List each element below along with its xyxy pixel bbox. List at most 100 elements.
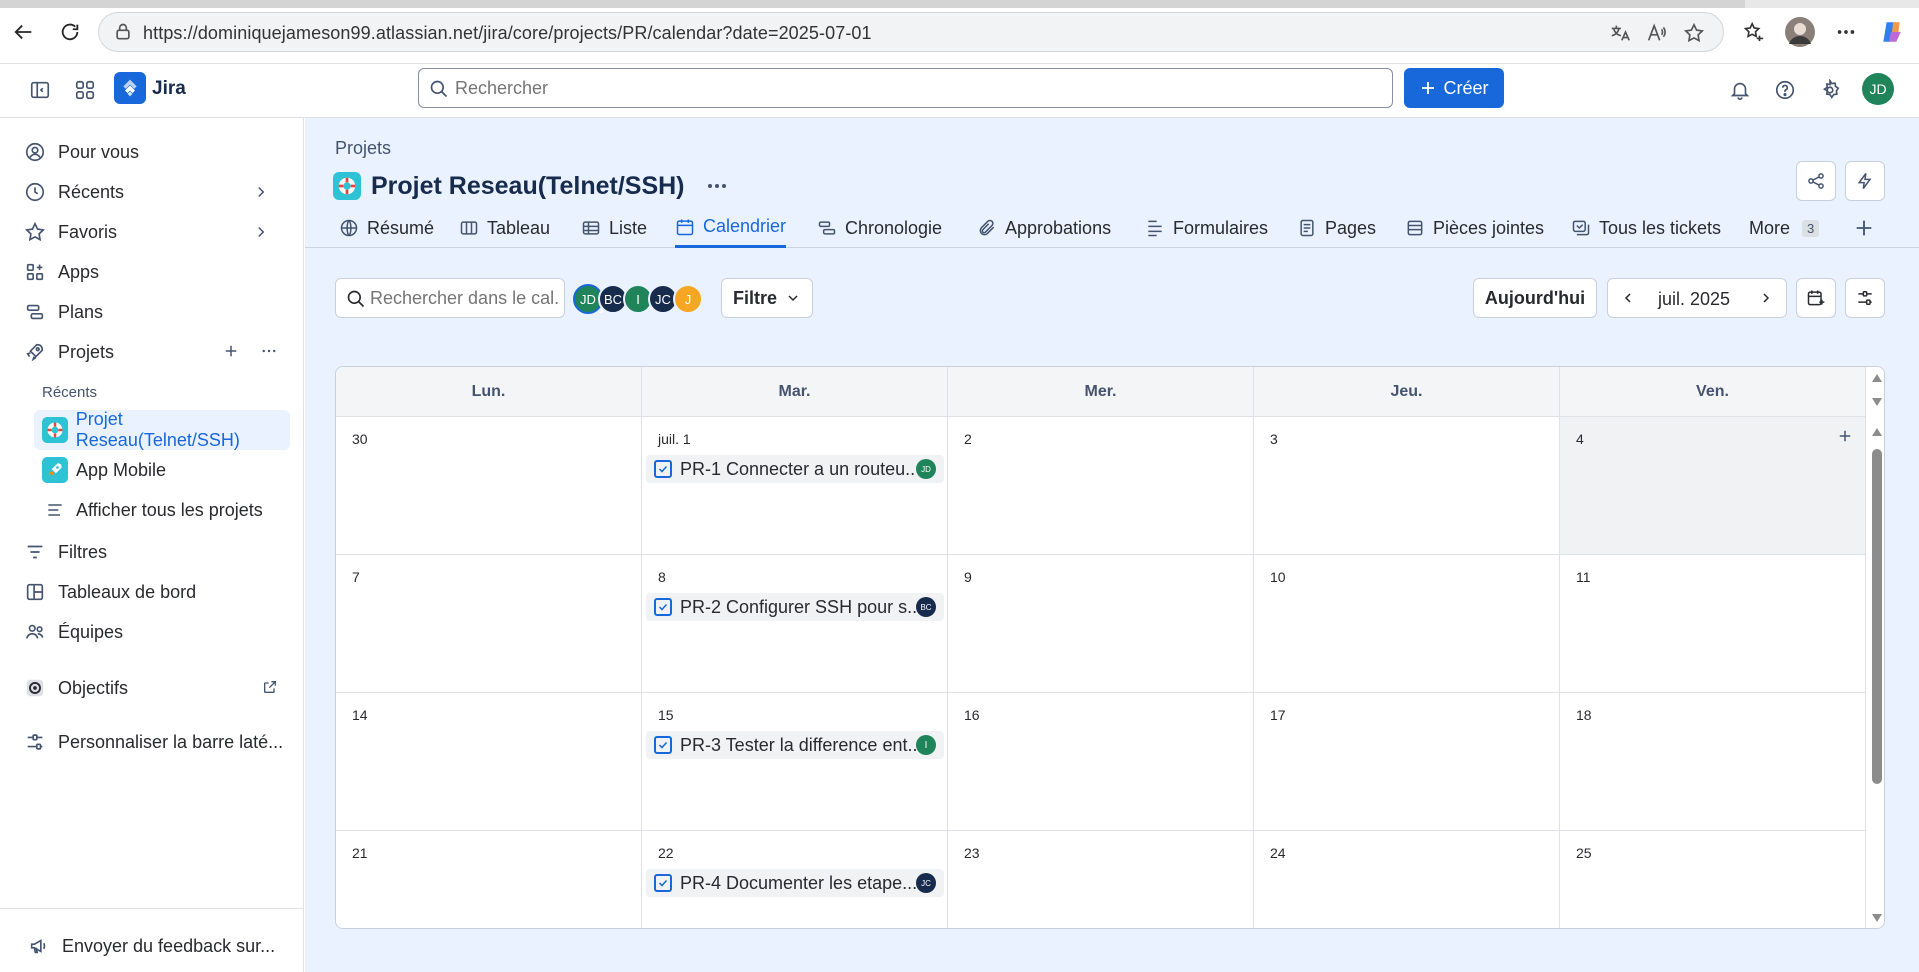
calendar-day-cell[interactable]: 14 — [336, 693, 642, 831]
add-tab-plus-icon[interactable] — [1853, 208, 1875, 248]
app-switcher-icon[interactable] — [69, 74, 101, 106]
global-search-input[interactable] — [455, 77, 1355, 99]
calendar-event[interactable]: PR-4 Documenter les etape... JC — [646, 869, 944, 897]
copilot-icon[interactable] — [1876, 16, 1908, 48]
tab-summary[interactable]: Résumé — [339, 208, 434, 248]
calendar-search[interactable] — [335, 278, 565, 318]
calendar-day-cell[interactable]: 21 — [336, 831, 642, 928]
sidebar-item-teams[interactable]: Équipes — [22, 614, 292, 650]
sidebar-item-starred[interactable]: Favoris — [22, 214, 292, 250]
sidebar-item-projects[interactable]: Projets — [22, 334, 292, 370]
user-avatar[interactable]: JD — [1862, 73, 1894, 105]
add-event-plus-icon[interactable] — [1836, 427, 1854, 445]
sidebar-project-app-mobile[interactable]: App Mobile — [34, 450, 290, 490]
project-more-icon[interactable] — [705, 174, 729, 198]
sidebar-item-plans[interactable]: Plans — [22, 294, 292, 330]
scroll-down-arrow-icon[interactable] — [1871, 913, 1883, 923]
scrollbar-thumb[interactable] — [1872, 449, 1882, 784]
calendar-scrollbar[interactable] — [1866, 367, 1884, 928]
calendar-event[interactable]: PR-3 Tester la difference ent... I — [646, 731, 944, 759]
calendar-day-cell[interactable]: 7 — [336, 555, 642, 693]
next-month-chevron-right-icon[interactable] — [1758, 290, 1774, 306]
url-text[interactable]: https://dominiquejameson99.atlassian.net… — [143, 23, 872, 44]
chevron-right-icon[interactable] — [252, 183, 270, 201]
calendar-day-cell[interactable]: 23 — [948, 831, 1254, 928]
sidebar-project-reseau[interactable]: Projet Reseau(Telnet/SSH) — [34, 409, 290, 450]
tab-attachments[interactable]: Pièces jointes — [1405, 208, 1544, 248]
prev-month-chevron-left-icon[interactable] — [1620, 290, 1636, 306]
today-button[interactable]: Aujourd'hui — [1473, 278, 1597, 318]
sidebar-item-for-you[interactable]: Pour vous — [22, 134, 292, 170]
calendar-add-icon[interactable] — [1796, 278, 1836, 318]
tab-more[interactable]: More 3 — [1749, 208, 1820, 248]
sidebar-view-all-projects[interactable]: Afficher tous les projets — [34, 490, 290, 530]
calendar-day-cell[interactable]: 16 — [948, 693, 1254, 831]
settings-gear-icon[interactable] — [1814, 74, 1846, 106]
read-aloud-icon[interactable] — [1645, 22, 1667, 44]
sidebar-item-filters[interactable]: Filtres — [22, 534, 292, 570]
calendar-day-cell[interactable]: 24 — [1254, 831, 1560, 928]
tab-list[interactable]: Liste — [581, 208, 647, 248]
tab-pages[interactable]: Pages — [1297, 208, 1376, 248]
filter-dropdown-button[interactable]: Filtre — [721, 278, 813, 318]
calendar-event[interactable]: PR-2 Configurer SSH pour s... BC — [646, 593, 944, 621]
profile-avatar[interactable] — [1784, 16, 1816, 48]
scroll-up-arrow-icon[interactable] — [1871, 427, 1883, 437]
calendar-day-cell[interactable]: 18 — [1560, 693, 1866, 831]
sidebar-toggle-icon[interactable] — [24, 74, 56, 106]
calendar-day-cell[interactable]: 2 — [948, 417, 1254, 555]
calendar-day-cell[interactable]: 17 — [1254, 693, 1560, 831]
view-settings-sliders-icon[interactable] — [1845, 278, 1885, 318]
sidebar-item-apps[interactable]: Apps — [22, 254, 292, 290]
calendar-search-input[interactable] — [370, 288, 560, 309]
tab-board[interactable]: Tableau — [459, 208, 550, 248]
more-options-icon[interactable] — [1830, 16, 1862, 48]
external-link-icon[interactable] — [262, 679, 278, 695]
lock-icon[interactable] — [113, 22, 133, 42]
calendar-day-cell[interactable]: 3 — [1254, 417, 1560, 555]
sidebar-item-dashboards[interactable]: Tableaux de bord — [22, 574, 292, 610]
sidebar-item-goals[interactable]: Objectifs — [22, 670, 292, 706]
calendar-event[interactable]: PR-1 Connecter a un routeu... JD — [646, 455, 944, 483]
notifications-bell-icon[interactable] — [1724, 74, 1756, 106]
scroll-down-arrow-icon[interactable] — [1871, 397, 1883, 407]
tab-label: Tableau — [487, 217, 551, 238]
jira-logo-icon[interactable] — [114, 72, 146, 104]
favorite-star-icon[interactable] — [1683, 22, 1705, 44]
sidebar-feedback[interactable]: Envoyer du feedback sur... — [26, 928, 296, 964]
projects-more-icon[interactable] — [260, 342, 278, 360]
calendar-day-cell[interactable]: 9 — [948, 555, 1254, 693]
global-search[interactable] — [418, 68, 1393, 108]
tab-approvals[interactable]: Approbations — [977, 208, 1111, 248]
chevron-right-icon[interactable] — [252, 223, 270, 241]
tab-all-tickets[interactable]: Tous les tickets — [1571, 208, 1721, 248]
help-icon[interactable] — [1769, 74, 1801, 106]
calendar-day-cell[interactable]: 30 — [336, 417, 642, 555]
share-icon[interactable] — [1796, 161, 1836, 201]
breadcrumb[interactable]: Projets — [335, 138, 391, 159]
sidebar-item-customize[interactable]: Personnaliser la barre laté... — [22, 724, 292, 760]
calendar-day-cell[interactable]: 11 — [1560, 555, 1866, 693]
calendar-day-cell[interactable]: 25 — [1560, 831, 1866, 928]
back-icon[interactable] — [8, 16, 40, 48]
calendar-day-cell[interactable]: juil. 1 PR-1 Connecter a un routeu... JD — [642, 417, 948, 555]
add-project-plus-icon[interactable] — [222, 342, 240, 360]
sidebar-item-recent[interactable]: Récents — [22, 174, 292, 210]
avatar-filter-j[interactable]: J — [673, 284, 703, 314]
reload-icon[interactable] — [54, 16, 86, 48]
address-bar[interactable]: https://dominiquejameson99.atlassian.net… — [98, 12, 1724, 52]
create-button[interactable]: Créer — [1404, 68, 1504, 108]
calendar-day-cell[interactable]: 8 PR-2 Configurer SSH pour s... BC — [642, 555, 948, 693]
tab-calendar[interactable]: Calendrier — [675, 208, 787, 248]
calendar-day-cell[interactable]: 22 PR-4 Documenter les etape... JC — [642, 831, 948, 928]
jira-app-name[interactable]: Jira — [152, 78, 186, 100]
automation-lightning-icon[interactable] — [1845, 161, 1885, 201]
tab-timeline[interactable]: Chronologie — [817, 208, 942, 248]
translate-icon[interactable] — [1609, 22, 1631, 44]
calendar-day-cell-today[interactable]: 4 — [1560, 417, 1866, 555]
favorites-icon[interactable] — [1738, 16, 1770, 48]
scroll-up-arrow-icon[interactable] — [1871, 373, 1883, 383]
tab-forms[interactable]: Formulaires — [1145, 208, 1268, 248]
calendar-day-cell[interactable]: 10 — [1254, 555, 1560, 693]
calendar-day-cell[interactable]: 15 PR-3 Tester la difference ent... I — [642, 693, 948, 831]
